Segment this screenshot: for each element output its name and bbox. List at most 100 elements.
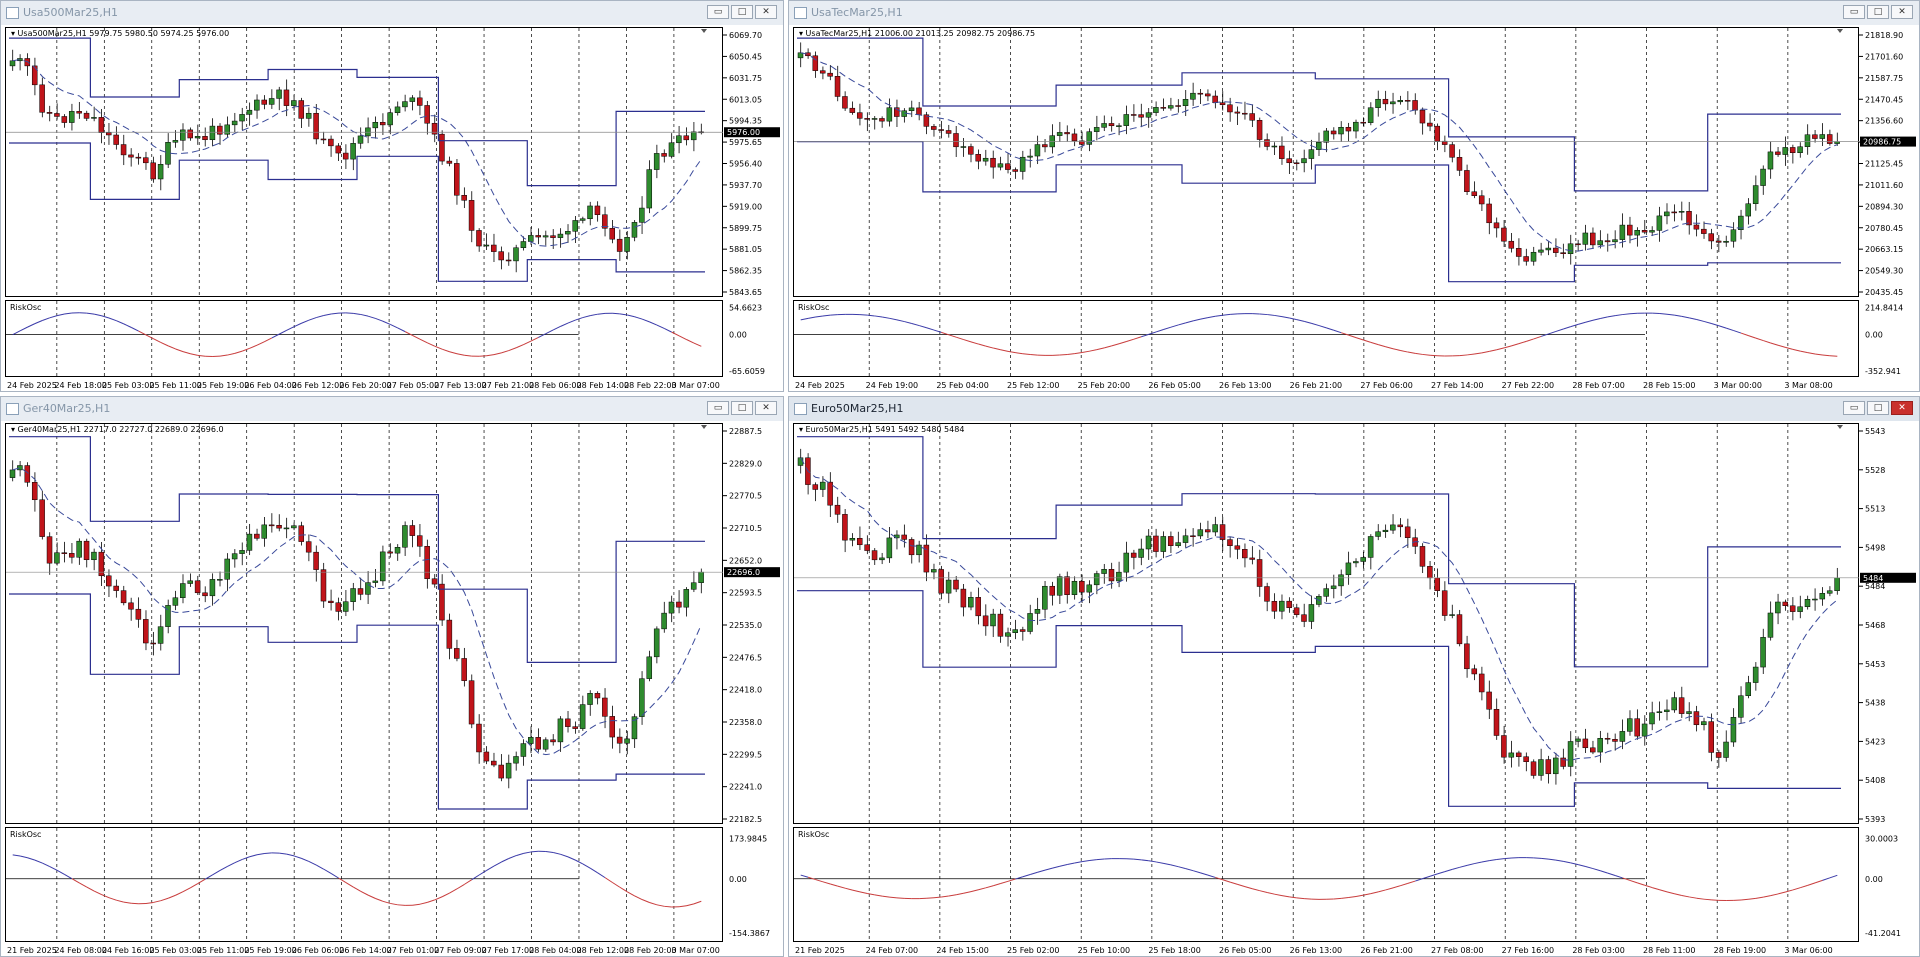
candle [1434, 577, 1441, 591]
maximize-button[interactable]: □ [1867, 401, 1889, 415]
oscillator-line [1059, 353, 1068, 356]
maximize-button[interactable]: □ [731, 5, 753, 19]
candle [690, 131, 697, 141]
candle [968, 146, 974, 155]
price-chart[interactable]: 21818.90 21701.60 21587.75 21470.45 21356.60… [789, 25, 1919, 391]
candle [990, 157, 996, 168]
minimize-button[interactable]: ▭ [1843, 5, 1865, 19]
time-axis-label: 25 Feb 04:00 [936, 381, 988, 390]
candle [357, 588, 364, 595]
candle [1064, 576, 1070, 595]
candle [1434, 125, 1441, 142]
candle [1219, 102, 1226, 106]
minimize-button[interactable]: ▭ [707, 5, 729, 19]
candle [39, 84, 45, 113]
candle [1715, 752, 1722, 758]
candle [1664, 709, 1670, 712]
candle [1279, 600, 1285, 612]
candle [579, 704, 586, 729]
price-axis-label: 5919.00 [729, 202, 762, 211]
price-axis-label: 5408 [1865, 776, 1885, 785]
minimize-button[interactable]: ▭ [707, 401, 729, 415]
candle [1019, 629, 1026, 632]
price-axis-label: 5881.05 [729, 245, 762, 254]
candle [1686, 711, 1692, 714]
candle [61, 552, 68, 554]
candle [1390, 524, 1396, 531]
candle [157, 626, 164, 644]
maximize-button[interactable]: □ [1867, 5, 1889, 19]
candle [1530, 761, 1537, 776]
candle [812, 484, 819, 490]
candle [1641, 723, 1648, 737]
candle [76, 111, 82, 114]
candle [639, 207, 645, 223]
candle [938, 129, 944, 131]
candle [1604, 240, 1611, 243]
candle [268, 524, 275, 527]
candle [1464, 170, 1470, 192]
maximize-button[interactable]: □ [731, 401, 753, 415]
minimize-button[interactable]: ▭ [1843, 401, 1865, 415]
candle [283, 527, 290, 530]
chart-window-icon [794, 7, 807, 19]
candle [834, 76, 841, 97]
oscillator-axis-label: -65.6059 [729, 367, 765, 376]
candle [1108, 569, 1115, 582]
candle [624, 237, 630, 252]
candle [594, 205, 601, 215]
candle [1330, 585, 1337, 589]
candle [54, 113, 60, 117]
close-button[interactable]: ✕ [755, 401, 777, 415]
chart-window-euro50[interactable]: Euro50Mar25,H1 ▭ □ ✕ 5543 5528 5513 5498 548… [788, 396, 1920, 957]
candle [1797, 146, 1803, 154]
candle [1752, 185, 1759, 204]
candle [1730, 717, 1737, 743]
oscillator-line [1230, 313, 1238, 315]
candle [513, 756, 519, 764]
candle [528, 235, 534, 242]
close-button[interactable]: ✕ [755, 5, 777, 19]
candle [261, 99, 267, 105]
candle [1567, 243, 1574, 254]
candle [1745, 682, 1751, 696]
price-chart[interactable]: 5543 5528 5513 5498 5484 5468 5453 5438 5423 5408… [789, 421, 1919, 956]
price-axis-label: 22770.5 [729, 492, 762, 501]
time-axis-label: 27 Feb 13:00 [434, 381, 486, 390]
close-button[interactable]: ✕ [1891, 5, 1913, 19]
candle [676, 135, 682, 144]
window-titlebar[interactable]: Ger40Mar25,H1 ▭ □ ✕ [1, 397, 783, 421]
price-chart[interactable]: 6069.70 6050.45 6031.75 6013.05 5994.35 5975.… [1, 25, 783, 391]
candle [1678, 211, 1685, 213]
close-button[interactable]: ✕ [1891, 401, 1913, 415]
window-titlebar[interactable]: Usa500Mar25,H1 ▭ □ ✕ [1, 1, 783, 25]
candle [646, 656, 653, 679]
candle [17, 465, 23, 471]
chart-window-usa500[interactable]: Usa500Mar25,H1 ▭ □ ✕ 6069.70 6050.45 6031.… [0, 0, 784, 392]
price-axis-label: 5994.35 [729, 117, 762, 126]
candle [1190, 92, 1196, 100]
candle [1789, 605, 1796, 612]
candle [1212, 95, 1218, 103]
candle [483, 244, 490, 247]
chart-window-ger40[interactable]: Ger40Mar25,H1 ▭ □ ✕ 22887.5 22829.0 22770.… [0, 396, 784, 957]
candle [587, 205, 593, 220]
candle [1456, 157, 1463, 171]
candle [1353, 121, 1359, 132]
candle [1508, 240, 1515, 249]
candle [945, 579, 952, 594]
candle [328, 138, 334, 147]
chart-window-usatec[interactable]: UsaTecMar25,H1 ▭ □ ✕ 21818.90 21701.60 215… [788, 0, 1920, 392]
candle [1804, 134, 1811, 147]
candle [305, 541, 312, 553]
candle [1693, 711, 1700, 726]
window-titlebar[interactable]: UsaTecMar25,H1 ▭ □ ✕ [789, 1, 1919, 25]
candle [461, 658, 467, 681]
candle [1242, 549, 1248, 559]
price-axis-label: 20435.45 [1865, 288, 1903, 297]
window-titlebar[interactable]: Euro50Mar25,H1 ▭ □ ✕ [789, 397, 1919, 421]
candle [76, 540, 82, 558]
candle [1552, 247, 1559, 253]
price-chart[interactable]: 22887.5 22829.0 22770.5 22710.5 22652.0 22593… [1, 421, 783, 956]
candle [1723, 240, 1729, 243]
